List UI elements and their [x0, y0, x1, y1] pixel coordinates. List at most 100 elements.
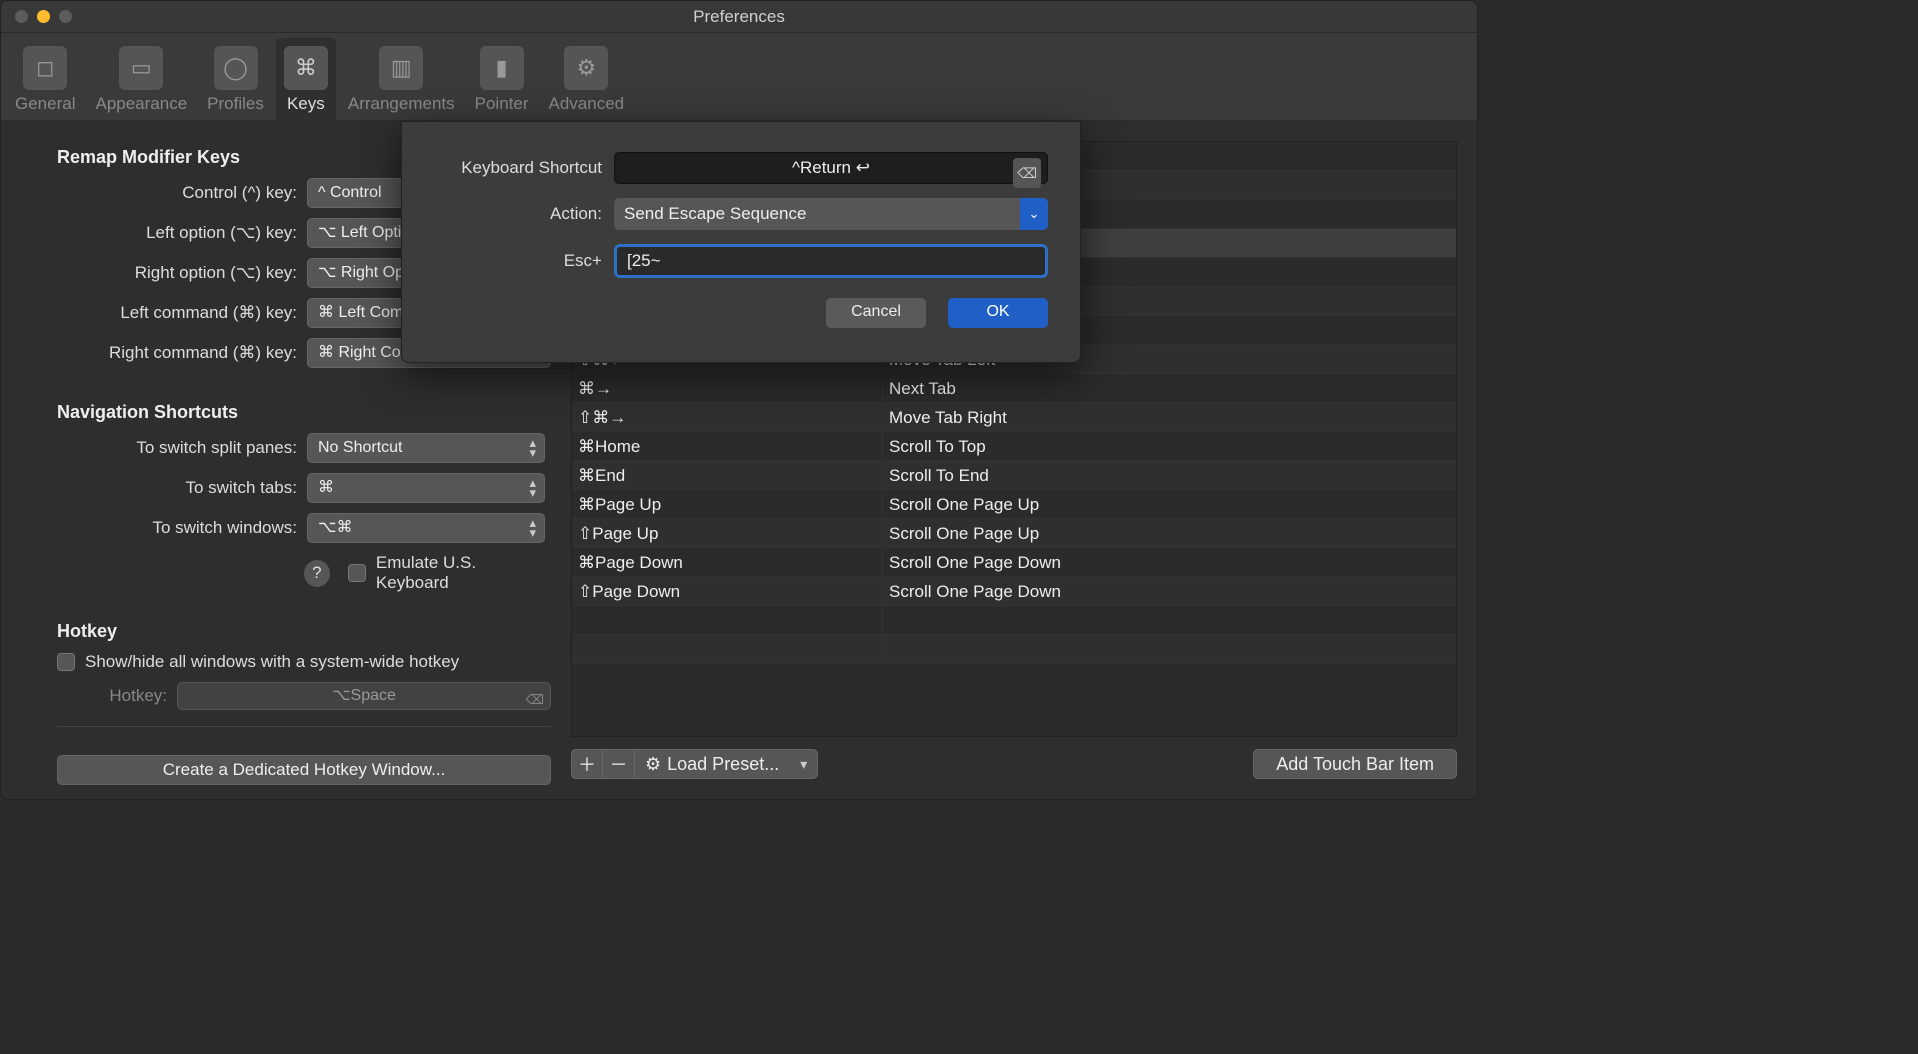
- esc-label: Esc+: [434, 251, 614, 271]
- binding-action: Scroll One Page Up: [882, 490, 1456, 518]
- binding-key: [572, 635, 882, 663]
- hotkey-value: ⌥Space: [332, 687, 396, 704]
- binding-action: Scroll One Page Up: [882, 519, 1456, 547]
- titlebar: Preferences: [1, 1, 1477, 33]
- binding-action: Scroll One Page Down: [882, 577, 1456, 605]
- table-row[interactable]: ⇧Page DownScroll One Page Down: [572, 577, 1456, 606]
- tab-label: Arrangements: [348, 94, 455, 114]
- nav-title: Navigation Shortcuts: [57, 402, 551, 423]
- table-row[interactable]: ⌘HomeScroll To Top: [572, 432, 1456, 461]
- table-footer: ＋ － ⚙ Load Preset... Add Touch Bar Item: [571, 749, 1457, 779]
- advanced-icon: ⚙: [564, 46, 608, 90]
- tab-arrangements[interactable]: ▥ Arrangements: [340, 38, 463, 120]
- hotkey-input[interactable]: ⌥Space ⌫: [177, 682, 551, 710]
- nav-select-0[interactable]: No Shortcut▴▾: [307, 433, 545, 463]
- binding-key: ⇧Page Up: [572, 519, 882, 547]
- kb-shortcut-value: ^Return ↩: [792, 158, 870, 177]
- add-touch-bar-button[interactable]: Add Touch Bar Item: [1253, 749, 1457, 779]
- nav-label: To switch tabs:: [57, 478, 307, 498]
- showhide-label: Show/hide all windows with a system-wide…: [85, 652, 459, 672]
- remap-label: Control (^) key:: [57, 183, 307, 203]
- general-icon: ◻: [23, 46, 67, 90]
- binding-action: [882, 635, 1456, 663]
- binding-key: ⌘→: [572, 374, 882, 402]
- tab-pointer[interactable]: ▮ Pointer: [467, 38, 537, 120]
- tab-label: Profiles: [207, 94, 264, 114]
- tab-label: General: [15, 94, 75, 114]
- binding-key: ⌘Page Up: [572, 490, 882, 518]
- binding-key: ⌘Home: [572, 432, 882, 460]
- table-row[interactable]: ⌘→Next Tab: [572, 374, 1456, 403]
- esc-value: [25~: [627, 251, 661, 270]
- chevron-updown-icon: ▴▾: [529, 438, 536, 458]
- window-title: Preferences: [1, 7, 1477, 27]
- pointer-icon: ▮: [480, 46, 524, 90]
- showhide-checkbox[interactable]: [57, 653, 75, 671]
- emulate-checkbox[interactable]: [348, 564, 366, 582]
- nav-label: To switch windows:: [57, 518, 307, 538]
- action-select[interactable]: Send Escape Sequence ⌄: [614, 198, 1048, 230]
- hotkey-field-label: Hotkey:: [57, 686, 177, 706]
- toolbar: ◻ General ▭ Appearance ◯ Profiles ⌘ Keys ▥ Arrang…: [1, 33, 1477, 121]
- keys-icon: ⌘: [284, 46, 328, 90]
- preferences-window: Preferences ◻ General ▭ Appearance ◯ Profiles…: [0, 0, 1478, 800]
- chevron-down-icon: ⌄: [1020, 198, 1048, 230]
- nav-label: To switch split panes:: [57, 438, 307, 458]
- nav-select-1[interactable]: ⌘▴▾: [307, 473, 545, 503]
- create-hotkey-window-button[interactable]: Create a Dedicated Hotkey Window...: [57, 755, 551, 785]
- cancel-button[interactable]: Cancel: [826, 298, 926, 328]
- table-row[interactable]: ⌘EndScroll To End: [572, 461, 1456, 490]
- tab-label: Appearance: [95, 94, 187, 114]
- chevron-updown-icon: ▴▾: [529, 478, 536, 498]
- load-preset-button[interactable]: ⚙ Load Preset...: [635, 749, 818, 779]
- tab-label: Advanced: [549, 94, 625, 114]
- tab-profiles[interactable]: ◯ Profiles: [199, 38, 272, 120]
- binding-action: [882, 606, 1456, 634]
- action-label: Action:: [434, 204, 614, 224]
- load-preset-label: Load Preset...: [667, 754, 779, 775]
- tab-general[interactable]: ◻ General: [7, 38, 83, 120]
- table-row[interactable]: ⇧⌘→Move Tab Right: [572, 403, 1456, 432]
- edit-binding-sheet: Keyboard Shortcut ^Return ↩ ⌫ Action: Se…: [401, 121, 1081, 363]
- binding-key: ⌘Page Down: [572, 548, 882, 576]
- profiles-icon: ◯: [214, 46, 258, 90]
- clear-shortcut-icon[interactable]: ⌫: [1013, 158, 1041, 188]
- remap-label: Left command (⌘) key:: [57, 303, 307, 323]
- tab-keys[interactable]: ⌘ Keys: [276, 38, 336, 120]
- nav-select-2[interactable]: ⌥⌘▴▾: [307, 513, 545, 543]
- table-row[interactable]: ⇧Page UpScroll One Page Up: [572, 519, 1456, 548]
- binding-action: Scroll To End: [882, 461, 1456, 489]
- binding-action: Next Tab: [882, 374, 1456, 402]
- table-row[interactable]: [572, 635, 1456, 664]
- table-row[interactable]: ⌘Page DownScroll One Page Down: [572, 548, 1456, 577]
- remap-label: Left option (⌥) key:: [57, 223, 307, 243]
- binding-action: Scroll To Top: [882, 432, 1456, 460]
- kb-shortcut-field[interactable]: ^Return ↩ ⌫: [614, 152, 1048, 184]
- remap-label: Right command (⌘) key:: [57, 343, 307, 363]
- remap-label: Right option (⌥) key:: [57, 263, 307, 283]
- esc-input[interactable]: [25~: [614, 244, 1048, 278]
- table-row[interactable]: ⌘Page UpScroll One Page Up: [572, 490, 1456, 519]
- kb-shortcut-label: Keyboard Shortcut: [434, 158, 614, 178]
- chevron-updown-icon: ▴▾: [529, 518, 536, 538]
- clear-icon[interactable]: ⌫: [526, 687, 544, 713]
- tab-appearance[interactable]: ▭ Appearance: [87, 38, 195, 120]
- help-button[interactable]: ?: [304, 560, 331, 587]
- action-value: Send Escape Sequence: [624, 204, 806, 224]
- tab-label: Keys: [284, 94, 328, 114]
- binding-action: Scroll One Page Down: [882, 548, 1456, 576]
- tab-advanced[interactable]: ⚙ Advanced: [541, 38, 633, 120]
- binding-key: ⇧⌘→: [572, 403, 882, 431]
- arrangements-icon: ▥: [379, 46, 423, 90]
- binding-key: ⌘End: [572, 461, 882, 489]
- ok-button[interactable]: OK: [948, 298, 1048, 328]
- tab-label: Pointer: [475, 94, 529, 114]
- remove-button[interactable]: －: [603, 749, 635, 779]
- emulate-label: Emulate U.S. Keyboard: [376, 553, 551, 593]
- binding-key: [572, 606, 882, 634]
- table-row[interactable]: [572, 606, 1456, 635]
- add-button[interactable]: ＋: [571, 749, 603, 779]
- hotkey-title: Hotkey: [57, 621, 551, 642]
- binding-action: Move Tab Right: [882, 403, 1456, 431]
- appearance-icon: ▭: [119, 46, 163, 90]
